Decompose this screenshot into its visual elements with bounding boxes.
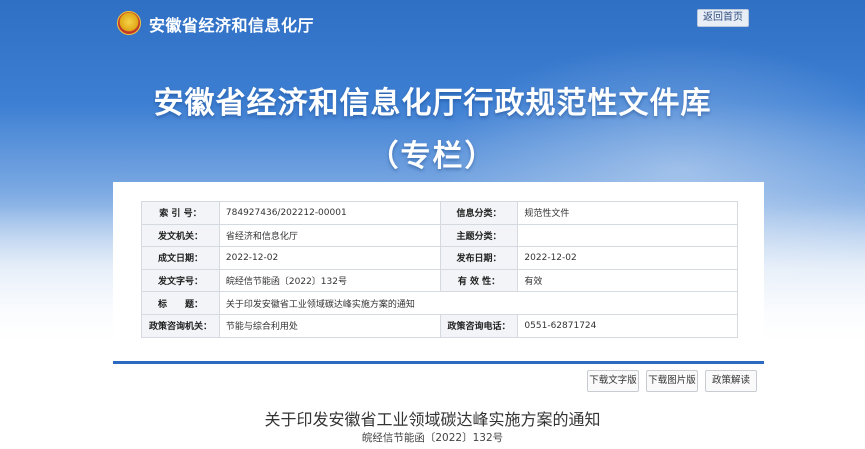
consult-phone-label: 政策咨询电话： bbox=[439, 313, 519, 338]
table-row: 发文机关： 省经济和信息化厅 主题分类： bbox=[141, 223, 738, 248]
document-number-label: 发文字号： bbox=[141, 268, 220, 293]
issuing-authority-label: 发文机关： bbox=[141, 223, 220, 248]
table-row: 标 题： 关于印发安徽省工业领域碳达峰实施方案的通知 bbox=[141, 291, 739, 315]
metadata-table: 索 引 号： 784927436/202212-00001 信息分类： 规范性文… bbox=[141, 201, 739, 338]
consult-agency-value: 节能与综合利用处 bbox=[218, 313, 441, 338]
info-category-label: 信息分类： bbox=[439, 201, 519, 225]
written-date-value: 2022-12-02 bbox=[218, 246, 441, 270]
table-row: 成文日期： 2022-12-02 发布日期： 2022-12-02 bbox=[141, 246, 738, 270]
title-value: 关于印发安徽省工业领域碳达峰实施方案的通知 bbox=[218, 291, 739, 315]
metadata-panel: 索 引 号： 784927436/202212-00001 信息分类： 规范性文… bbox=[113, 182, 764, 364]
written-date-label: 成文日期： bbox=[141, 246, 220, 270]
home-button[interactable]: 返回首页 bbox=[697, 9, 749, 27]
publish-date-value: 2022-12-02 bbox=[517, 246, 738, 270]
national-emblem-icon bbox=[117, 11, 141, 35]
site-name[interactable]: 安徽省经济和信息化厅 bbox=[149, 12, 314, 36]
info-category-value: 规范性文件 bbox=[517, 201, 738, 225]
subject-category-value bbox=[517, 223, 738, 248]
document-number: 皖经信节能函〔2022〕132号 bbox=[361, 432, 504, 444]
validity-value: 有效 bbox=[517, 268, 738, 293]
validity-label: 有 效 性： bbox=[439, 268, 519, 293]
table-row: 发文字号： 皖经信节能函〔2022〕132号 有 效 性： 有效 bbox=[141, 268, 738, 293]
issuing-authority-value: 省经济和信息化厅 bbox=[218, 223, 441, 248]
page-title: 安徽省经济和信息化厅行政规范性文件库 bbox=[153, 86, 712, 121]
table-row: 索 引 号： 784927436/202212-00001 信息分类： 规范性文… bbox=[141, 201, 738, 225]
subject-category-label: 主题分类： bbox=[439, 223, 519, 248]
panel-accent-bar bbox=[113, 361, 764, 364]
document-number-value: 皖经信节能函〔2022〕132号 bbox=[218, 268, 441, 293]
page-subtitle: （专栏） bbox=[368, 139, 497, 174]
consult-agency-label: 政策咨询机关： bbox=[141, 313, 220, 338]
document-title: 关于印发安徽省工业领域碳达峰实施方案的通知 bbox=[264, 410, 601, 429]
download-image-button[interactable]: 下载图片版 bbox=[646, 370, 698, 392]
index-number-value: 784927436/202212-00001 bbox=[218, 201, 441, 225]
publish-date-label: 发布日期： bbox=[439, 246, 519, 270]
index-number-label: 索 引 号： bbox=[141, 201, 220, 225]
policy-interpretation-button[interactable]: 政策解读 bbox=[705, 370, 757, 392]
table-row: 政策咨询机关： 节能与综合利用处 政策咨询电话： 0551-62871724 bbox=[141, 313, 738, 338]
consult-phone-value: 0551-62871724 bbox=[517, 313, 738, 338]
title-label: 标 题： bbox=[141, 291, 220, 315]
download-text-button[interactable]: 下载文字版 bbox=[587, 370, 639, 392]
